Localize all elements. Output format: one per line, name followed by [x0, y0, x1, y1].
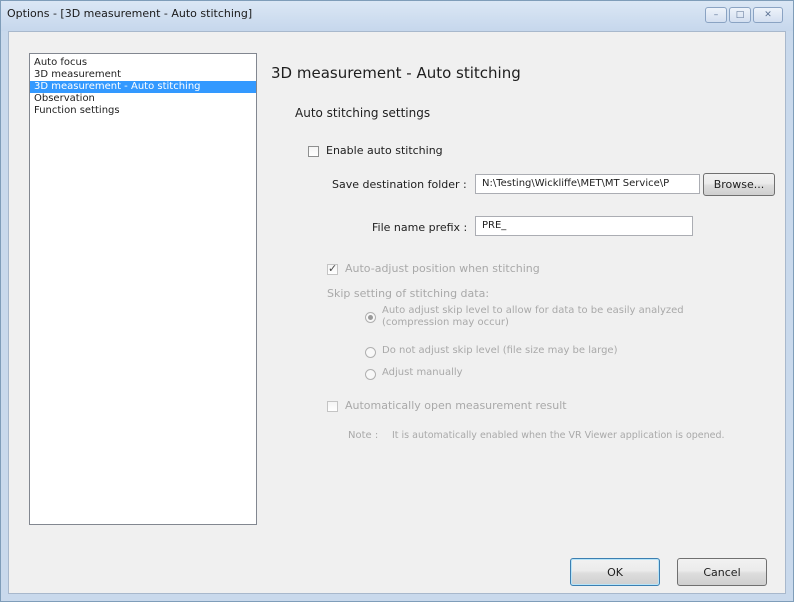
ok-button-label: OK — [607, 565, 623, 579]
maximize-icon: □ — [735, 10, 745, 20]
file-prefix-label: File name prefix : — [372, 221, 468, 234]
title-bar: Options - [3D measurement - Auto stitchi… — [1, 1, 793, 31]
options-category-list[interactable]: Auto focus 3D measurement 3D measurement… — [29, 53, 257, 525]
skip-auto-adjust-label-2: (compression may occur) — [382, 317, 509, 328]
enable-auto-stitching-label: Enable auto stitching — [326, 144, 443, 157]
skip-auto-adjust-label: Auto adjust skip level to allow for data… — [382, 305, 684, 316]
browse-button-label: Browse... — [713, 178, 765, 191]
category-item-function-settings[interactable]: Function settings — [30, 105, 256, 117]
minimize-button[interactable]: – — [705, 7, 727, 23]
save-folder-field[interactable]: N:\Testing\Wickliffe\MET\MT Service\P — [475, 174, 700, 194]
cancel-button-label: Cancel — [703, 565, 741, 579]
ok-button[interactable]: OK — [570, 558, 660, 586]
page-title: 3D measurement - Auto stitching — [271, 64, 521, 82]
options-dialog: Options - [3D measurement - Auto stitchi… — [0, 0, 794, 602]
enable-auto-stitching-checkbox[interactable] — [308, 146, 319, 157]
note-text: It is automatically enabled when the VR … — [392, 430, 725, 441]
window-controls: – □ ✕ — [705, 7, 783, 23]
skip-no-adjust-radio[interactable] — [365, 347, 376, 358]
minimize-icon: – — [713, 10, 719, 20]
close-button[interactable]: ✕ — [753, 7, 783, 23]
category-item-auto-stitching[interactable]: 3D measurement - Auto stitching — [30, 81, 256, 93]
cancel-button[interactable]: Cancel — [677, 558, 767, 586]
auto-adjust-position-checkbox[interactable] — [327, 262, 338, 275]
file-prefix-field[interactable]: PRE_ — [475, 216, 693, 236]
skip-manual-label: Adjust manually — [382, 367, 463, 378]
skip-setting-label: Skip setting of stitching data: — [327, 287, 490, 300]
dialog-client-area: Auto focus 3D measurement 3D measurement… — [8, 31, 786, 594]
auto-open-result-label: Automatically open measurement result — [345, 399, 567, 412]
browse-button[interactable]: Browse... — [703, 173, 775, 196]
note-prefix: Note : — [348, 430, 379, 441]
skip-manual-radio[interactable] — [365, 369, 376, 380]
skip-auto-adjust-radio[interactable] — [365, 312, 376, 323]
window-title: Options - [3D measurement - Auto stitchi… — [7, 7, 253, 20]
close-icon: ✕ — [764, 10, 772, 20]
category-item-observation[interactable]: Observation — [30, 93, 256, 105]
section-label: Auto stitching settings — [295, 106, 431, 120]
auto-open-result-checkbox[interactable] — [327, 401, 338, 412]
save-folder-label: Save destination folder : — [332, 178, 467, 191]
auto-adjust-position-label: Auto-adjust position when stitching — [345, 262, 540, 275]
skip-no-adjust-label: Do not adjust skip level (file size may … — [382, 345, 618, 356]
maximize-button[interactable]: □ — [729, 7, 751, 23]
category-item-3d-measurement[interactable]: 3D measurement — [30, 69, 256, 81]
category-item-auto-focus[interactable]: Auto focus — [30, 57, 256, 69]
